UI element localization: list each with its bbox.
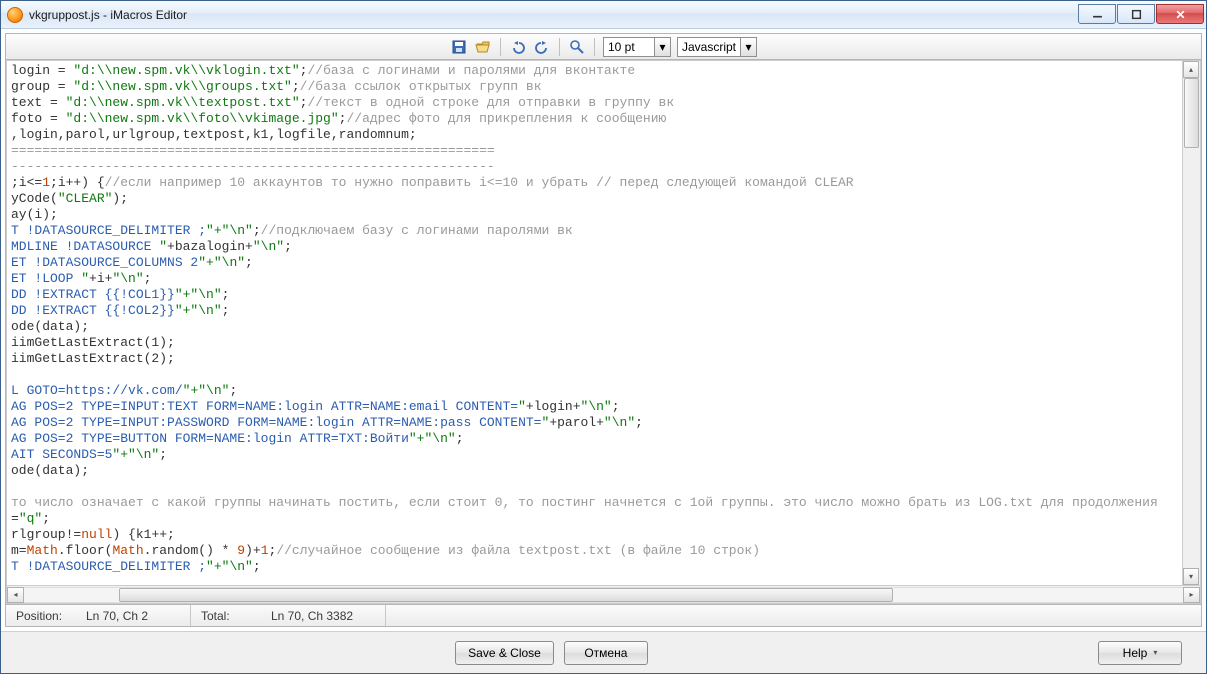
save-icon[interactable] — [450, 38, 468, 56]
chevron-down-icon: ▾ — [1153, 648, 1157, 657]
find-icon[interactable] — [568, 38, 586, 56]
status-bar: Position: Ln 70, Ch 2 Total: Ln 70, Ch 3… — [6, 604, 1201, 626]
minimize-button[interactable] — [1078, 4, 1116, 24]
editor-area: login = "d:\\new.spm.vk\\vklogin.txt";//… — [6, 60, 1201, 604]
help-button[interactable]: Help▾ — [1098, 641, 1182, 665]
maximize-button[interactable] — [1117, 4, 1155, 24]
chevron-down-icon[interactable]: ▾ — [740, 38, 756, 56]
app-icon — [7, 7, 23, 23]
inner-frame: ▾ Javascript ▾ login = "d:\\new.spm.vk\\… — [5, 33, 1202, 627]
cancel-button[interactable]: Отмена — [564, 641, 648, 665]
close-button[interactable] — [1156, 4, 1204, 24]
scroll-right-icon[interactable]: ▸ — [1183, 587, 1200, 603]
font-size-input[interactable] — [604, 39, 654, 55]
position-label: Position: — [16, 609, 86, 623]
scroll-left-icon[interactable]: ◂ — [7, 587, 24, 603]
font-size-selector[interactable]: ▾ — [603, 37, 671, 57]
scroll-up-icon[interactable]: ▴ — [1183, 61, 1199, 78]
vscroll-thumb[interactable] — [1184, 78, 1199, 148]
window-title: vkgruppost.js - iMacros Editor — [29, 8, 187, 22]
redo-icon[interactable] — [533, 38, 551, 56]
undo-icon[interactable] — [509, 38, 527, 56]
footer: Save & Close Отмена Help▾ — [1, 631, 1206, 673]
total-label: Total: — [201, 609, 271, 623]
app-window: vkgruppost.js - iMacros Editor ▾ Javascr… — [0, 0, 1207, 674]
scroll-down-icon[interactable]: ▾ — [1183, 568, 1199, 585]
language-selector[interactable]: Javascript ▾ — [677, 37, 757, 57]
editor-viewport[interactable]: login = "d:\\new.spm.vk\\vklogin.txt";//… — [7, 61, 1200, 585]
language-label: Javascript — [678, 39, 740, 55]
position-value: Ln 70, Ch 2 — [86, 609, 148, 623]
open-icon[interactable] — [474, 38, 492, 56]
toolbar: ▾ Javascript ▾ — [6, 34, 1201, 60]
chevron-down-icon[interactable]: ▾ — [654, 38, 670, 56]
code-content[interactable]: login = "d:\\new.spm.vk\\vklogin.txt";//… — [7, 61, 1200, 577]
save-close-button[interactable]: Save & Close — [455, 641, 554, 665]
hscroll-thumb[interactable] — [119, 588, 893, 602]
titlebar[interactable]: vkgruppost.js - iMacros Editor — [1, 1, 1206, 29]
vertical-scrollbar[interactable]: ▴ ▾ — [1182, 61, 1200, 585]
horizontal-scrollbar[interactable]: ◂ ▸ — [7, 585, 1200, 603]
total-value: Ln 70, Ch 3382 — [271, 609, 353, 623]
